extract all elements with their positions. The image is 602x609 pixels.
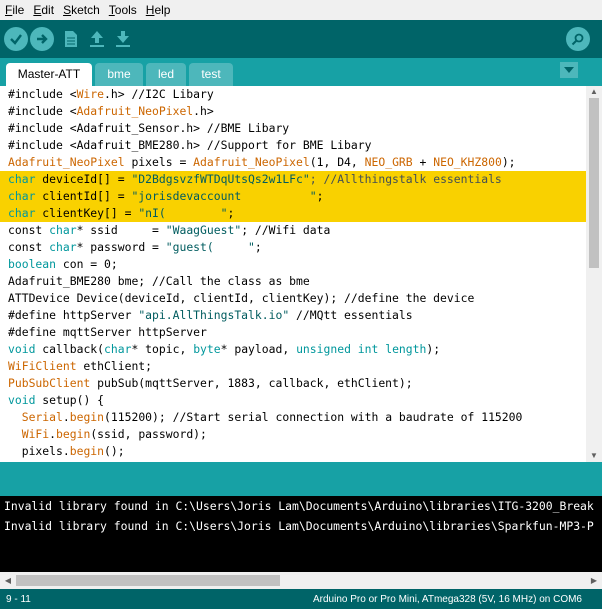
chevron-down-icon — [564, 67, 574, 73]
scrollbar-thumb[interactable] — [16, 575, 280, 586]
tab-bme[interactable]: bme — [95, 63, 143, 86]
serial-monitor-button[interactable] — [566, 27, 590, 51]
tab-test[interactable]: test — [189, 63, 233, 86]
tab-led[interactable]: led — [146, 63, 186, 86]
verify-button[interactable] — [4, 27, 28, 51]
code-line: WiFi.begin(ssid, password); — [21, 427, 207, 441]
open-icon — [90, 31, 104, 47]
status-bar: 9 - 11 Arduino Pro or Pro Mini, ATmega32… — [0, 589, 602, 609]
board-info: Arduino Pro or Pro Mini, ATmega328 (5V, … — [312, 593, 582, 605]
code-line: const char* ssid = "WaagGuest"; //Wifi d… — [8, 223, 331, 237]
code-line: Adafruit_BME280 bme; //Call the class as… — [8, 274, 310, 288]
code-line: #include <Adafruit_NeoPixel.h> — [8, 104, 214, 118]
code-line: char deviceId[] = "D2BdgsvzfWTDqUtsQs2w1… — [0, 171, 586, 188]
code-line: ATTDevice Device(deviceId, clientId, cli… — [8, 291, 475, 305]
code-line: const char* password = "guest( "; — [8, 240, 262, 254]
code-line: #include <Wire.h> //I2C Libary — [8, 87, 214, 101]
code-line: void callback(char* topic, byte* payload… — [8, 342, 441, 356]
scroll-down-icon[interactable]: ▼ — [586, 450, 602, 462]
menu-item-tools[interactable]: Tools — [104, 0, 141, 20]
new-button[interactable] — [60, 27, 82, 51]
menu-bar: File Edit Sketch Tools Help — [0, 0, 602, 20]
scroll-right-icon[interactable]: ▶ — [586, 572, 602, 589]
upload-button[interactable] — [30, 27, 54, 51]
code-line: #include <Adafruit_BME280.h> //Support f… — [8, 138, 372, 152]
menu-item-sketch[interactable]: Sketch — [58, 0, 104, 20]
code-line: Serial.begin(115200); //Start serial con… — [21, 410, 523, 424]
code-line: boolean con = 0; — [8, 257, 118, 271]
console-line: Invalid library found in C:\Users\Joris … — [4, 519, 594, 533]
scroll-left-icon[interactable]: ◀ — [0, 572, 16, 589]
verify-icon — [10, 34, 22, 45]
menu-item-help[interactable]: Help — [141, 0, 175, 20]
code-line: PubSubClient pubSub(mqttServer, 1883, ca… — [8, 376, 413, 390]
code-line: #include <Adafruit_Sensor.h> //BME Libar… — [8, 121, 290, 135]
code-line: void setup() { — [8, 393, 105, 407]
toolbar — [0, 20, 602, 58]
upload-icon — [37, 34, 48, 44]
scroll-up-icon[interactable]: ▲ — [586, 86, 602, 98]
code-line: char clientKey[] = "nI( "; — [0, 205, 586, 222]
code-line: pixels.begin(); — [8, 444, 125, 458]
code-line: char clientId[] = "jorisdevaccount "; — [0, 188, 586, 205]
console-horizontal-scrollbar[interactable]: ◀ ▶ — [0, 572, 602, 589]
menu-item-file[interactable]: File — [0, 0, 28, 20]
console-line: Invalid library found in C:\Users\Joris … — [4, 499, 594, 513]
serial-monitor-icon — [571, 33, 584, 46]
save-icon — [116, 31, 130, 47]
save-button[interactable] — [112, 27, 134, 51]
menu-item-edit[interactable]: Edit — [28, 0, 58, 20]
editor-vertical-scrollbar[interactable]: ▲ ▼ — [586, 86, 602, 462]
tab-bar: Master-ATT bme led test — [0, 58, 602, 86]
code-line: #define httpServer "api.AllThingsTalk.io… — [8, 308, 413, 322]
code-line: #define mqttServer httpServer — [8, 325, 207, 339]
cursor-position: 9 - 11 — [6, 593, 31, 605]
code-editor[interactable]: #include <Wire.h> //I2C Libary #include <… — [0, 86, 586, 462]
tab-master-att[interactable]: Master-ATT — [6, 63, 92, 86]
console-output: Invalid library found in C:\Users\Joris … — [0, 496, 602, 572]
code-line: Adafruit_NeoPixel pixels = Adafruit_NeoP… — [8, 155, 516, 169]
tab-menu-button[interactable] — [560, 62, 578, 78]
message-area — [0, 462, 602, 496]
open-button[interactable] — [86, 27, 108, 51]
new-icon — [65, 31, 77, 47]
scrollbar-thumb[interactable] — [589, 98, 599, 268]
code-line: WiFiClient ethClient; — [8, 359, 153, 373]
